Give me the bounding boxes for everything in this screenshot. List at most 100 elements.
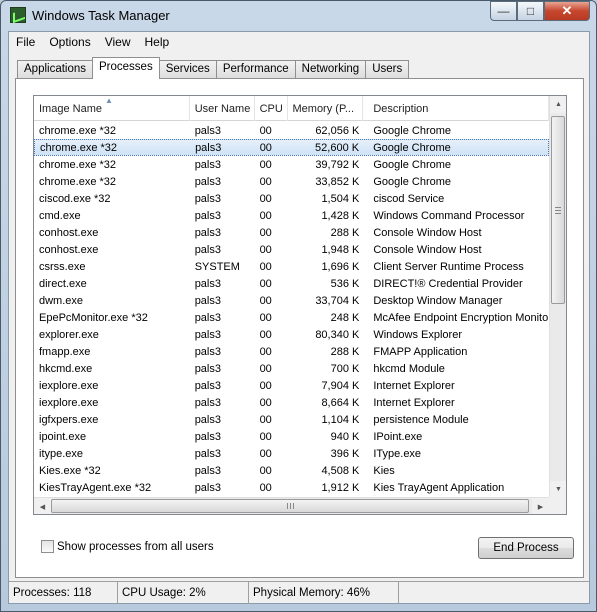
tab-networking[interactable]: Networking [294, 60, 367, 79]
cell-cpu: 00 [259, 396, 272, 409]
cell-name: EpePcMonitor.exe *32 [39, 311, 148, 324]
cell-mem: 4,508 K [321, 464, 360, 477]
close-icon: ✕ [561, 3, 573, 18]
task-manager-window: Windows Task Manager — □ ✕ File Options … [0, 0, 597, 612]
cell-mem: 536 K [330, 277, 360, 290]
cell-name: chrome.exe *32 [40, 141, 118, 154]
menu-help[interactable]: Help [138, 32, 177, 52]
column-header-cpu[interactable]: CPU [255, 96, 288, 121]
table-row[interactable]: chrome.exe *32 pals3 00 52,600 K Google Chro… [34, 139, 549, 156]
table-row[interactable]: ciscod.exe *32 pals3 00 1,504 K ciscod Servi… [34, 190, 549, 207]
table-row[interactable]: conhost.exe pals3 00 288 K Console Window Ho… [34, 224, 549, 241]
cell-user: pals3 [194, 124, 221, 137]
table-row[interactable]: iexplore.exe pals3 00 7,904 K Internet Explo… [34, 377, 549, 394]
cell-cpu: 00 [259, 124, 272, 137]
table-body: chrome.exe *32 pals3 00 62,056 K Google Chro… [34, 122, 549, 513]
end-process-button[interactable]: End Process [478, 537, 574, 559]
cell-cpu: 00 [259, 464, 272, 477]
table-row[interactable]: itype.exe pals3 00 396 K IType.exe [34, 445, 549, 462]
cell-desc: Internet Explorer [373, 379, 455, 392]
grip-line [555, 207, 561, 208]
cell-user: pals3 [194, 192, 221, 205]
cell-desc: Client Server Runtime Process [373, 260, 524, 273]
table-row[interactable]: conhost.exe pals3 00 1,948 K Console Window … [34, 241, 549, 258]
status-processes: Processes: 118 [9, 582, 118, 604]
vertical-scroll-thumb[interactable] [551, 116, 565, 304]
cell-user: pals3 [194, 396, 221, 409]
scroll-up-arrow-icon[interactable]: ▲ [550, 96, 566, 113]
table-row[interactable]: chrome.exe *32 pals3 00 39,792 K Google Chro… [34, 156, 549, 173]
grip-line [555, 213, 561, 214]
cell-desc: DIRECT!® Credential Provider [373, 277, 523, 290]
tab-services[interactable]: Services [158, 60, 217, 79]
cell-mem: 1,696 K [321, 260, 360, 273]
cell-mem: 700 K [330, 362, 360, 375]
horizontal-scrollbar[interactable]: ◀ ▶ [34, 497, 549, 514]
table-row[interactable]: cmd.exe pals3 00 1,428 K Windows Command Pro… [34, 207, 549, 224]
column-header-description[interactable]: Description [363, 96, 549, 121]
cell-desc: Console Window Host [373, 226, 482, 239]
tab-applications[interactable]: Applications [17, 60, 94, 79]
title-bar[interactable]: Windows Task Manager — □ ✕ [1, 1, 596, 31]
cell-name: igfxpers.exe [39, 413, 99, 426]
table-row[interactable]: dwm.exe pals3 00 33,704 K Desktop Window Man… [34, 292, 549, 309]
table-row[interactable]: ipoint.exe pals3 00 940 K IPoint.exe [34, 428, 549, 445]
menu-file[interactable]: File [9, 32, 42, 52]
cell-desc: Google Chrome [373, 175, 452, 188]
cell-mem: 1,912 K [321, 481, 360, 494]
cell-name: iexplore.exe [39, 396, 99, 409]
column-header-label: Image Name [39, 103, 102, 115]
cell-user: pals3 [195, 141, 222, 154]
show-all-users-option[interactable]: Show processes from all users [41, 540, 214, 553]
horizontal-scroll-thumb[interactable] [51, 499, 529, 513]
cell-desc: Google Chrome [373, 141, 451, 154]
cell-mem: 248 K [330, 311, 360, 324]
maximize-button[interactable]: □ [517, 1, 544, 21]
scroll-left-arrow-icon[interactable]: ◀ [34, 498, 51, 514]
tab-users[interactable]: Users [365, 60, 410, 79]
grip-line [293, 503, 294, 509]
cell-name: ipoint.exe [39, 430, 87, 443]
table-row[interactable]: iexplore.exe pals3 00 8,664 K Internet Explo… [34, 394, 549, 411]
table-row[interactable]: hkcmd.exe pals3 00 700 K hkcmd Module [34, 360, 549, 377]
close-button[interactable]: ✕ [544, 1, 590, 21]
menu-options[interactable]: Options [42, 32, 97, 52]
scroll-right-arrow-icon[interactable]: ▶ [532, 498, 549, 514]
table-row[interactable]: fmapp.exe pals3 00 288 K FMAPP Application [34, 343, 549, 360]
grip-line [287, 503, 288, 509]
table-row[interactable]: Kies.exe *32 pals3 00 4,508 K Kies [34, 462, 549, 479]
table-row[interactable]: csrss.exe SYSTEM 00 1,696 K Client Server Ru… [34, 258, 549, 275]
column-header-image-name[interactable]: ▲ Image Name [34, 96, 190, 121]
table-row[interactable]: EpePcMonitor.exe *32 pals3 00 248 K McAfee E… [34, 309, 549, 326]
scroll-down-arrow-icon[interactable]: ▼ [550, 481, 566, 498]
table-row[interactable]: direct.exe pals3 00 536 K DIRECT!® Credentia… [34, 275, 549, 292]
tab-performance[interactable]: Performance [215, 60, 296, 79]
cell-mem: 8,664 K [321, 396, 360, 409]
column-header-memory[interactable]: Memory (P... [288, 96, 364, 121]
cell-cpu: 00 [259, 328, 272, 341]
cell-mem: 1,948 K [321, 243, 360, 256]
cell-desc: FMAPP Application [373, 345, 468, 358]
cell-cpu: 00 [259, 379, 272, 392]
cell-user: pals3 [194, 328, 221, 341]
menu-view[interactable]: View [98, 32, 138, 52]
show-all-users-checkbox[interactable] [41, 540, 54, 553]
cell-cpu: 00 [259, 345, 272, 358]
cell-desc: Google Chrome [373, 158, 452, 171]
vertical-scrollbar[interactable]: ▲ ▼ [549, 96, 566, 498]
process-list: ▲ Image Name User Name CPU Memory (P... … [33, 95, 567, 515]
cell-user: pals3 [194, 294, 221, 307]
cell-desc: Kies [373, 464, 395, 477]
minimize-button[interactable]: — [490, 1, 517, 21]
table-row[interactable]: igfxpers.exe pals3 00 1,104 K persistence Mo… [34, 411, 549, 428]
cell-name: iexplore.exe [39, 379, 99, 392]
cell-cpu: 00 [259, 243, 272, 256]
tab-processes[interactable]: Processes [92, 57, 160, 79]
table-row[interactable]: explorer.exe pals3 00 80,340 K Windows Explo… [34, 326, 549, 343]
table-row[interactable]: chrome.exe *32 pals3 00 33,852 K Google Chro… [34, 173, 549, 190]
cell-mem: 33,852 K [315, 175, 360, 188]
table-row[interactable]: KiesTrayAgent.exe *32 pals3 00 1,912 K Kies … [34, 479, 549, 496]
table-row[interactable]: chrome.exe *32 pals3 00 62,056 K Google Chro… [34, 122, 549, 139]
column-header-user-name[interactable]: User Name [190, 96, 255, 121]
tab-strip: Applications Processes Services Performance… [17, 57, 410, 79]
